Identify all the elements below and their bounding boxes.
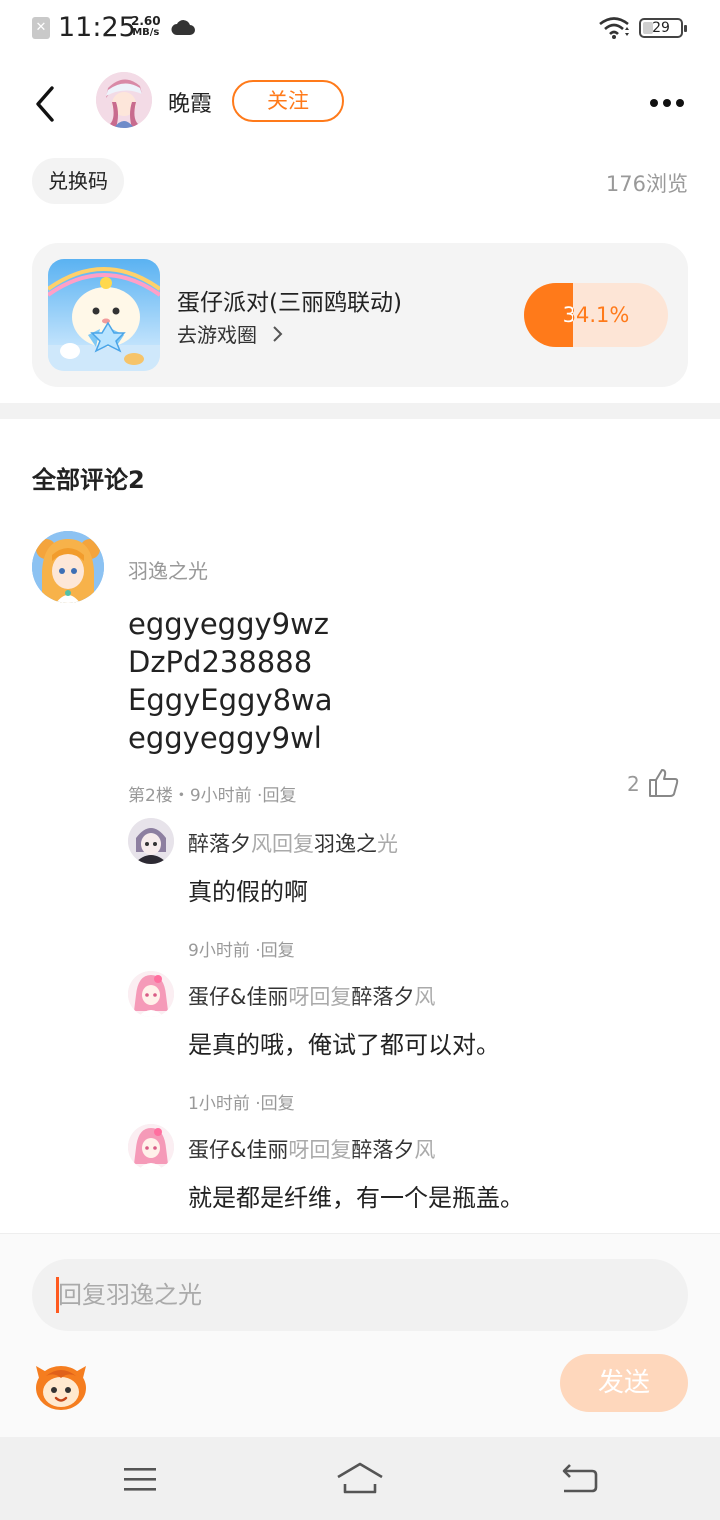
post-header: 晚霞 关注 xyxy=(0,62,720,142)
like-count: 2 xyxy=(627,772,640,796)
game-name: 蛋仔派对(三丽鸥联动) xyxy=(177,290,402,316)
chevron-right-icon xyxy=(273,326,283,342)
game-circle-link[interactable]: 去游戏圈 xyxy=(177,319,285,348)
reply-target-name[interactable]: 醉落夕 xyxy=(351,985,414,1009)
reply-input-placeholder: 回复羽逸之光 xyxy=(58,1281,202,1309)
battery-level: 29 xyxy=(652,20,670,36)
reply-target-name-tail[interactable]: 风 xyxy=(414,1138,435,1162)
reply-target-name-tail[interactable]: 光 xyxy=(377,832,398,856)
game-circle-link-label: 去游戏圈 xyxy=(177,323,257,347)
game-icon xyxy=(48,259,160,371)
reply-author-name[interactable]: 蛋仔&佳丽 xyxy=(188,985,288,1009)
thumbs-up-icon[interactable] xyxy=(648,768,680,798)
commenter-name[interactable]: 羽逸之光 xyxy=(128,555,208,584)
comment-line: eggyeggy9wz xyxy=(128,607,330,641)
home-icon[interactable] xyxy=(336,1461,384,1495)
comment-body: eggyeggy9wz DzPd238888 EggyEggy8wa eggye… xyxy=(128,605,333,757)
send-button[interactable]: 发送 xyxy=(560,1354,688,1412)
back-arrow-icon[interactable] xyxy=(30,84,62,124)
percentage-label-on-fill: 34.1% xyxy=(562,303,574,327)
reply-item: 蛋仔&佳丽呀回复醉落夕风 就是都是纤维，有一个是瓶盖。 xyxy=(128,1124,688,1224)
more-options-icon[interactable] xyxy=(650,92,694,112)
text-caret xyxy=(56,1277,59,1313)
reply-header: 醉落夕风回复羽逸之光 xyxy=(188,828,398,858)
author-name: 晚霞 xyxy=(168,92,213,117)
reply-target-name[interactable]: 醉落夕 xyxy=(351,1138,414,1162)
system-nav-bar xyxy=(0,1437,720,1520)
status-bar: ✕ 11:25 2.60 MB/s 29 xyxy=(0,0,720,60)
reply-meta[interactable]: 1小时前 ·回复 xyxy=(188,1089,295,1114)
percentage-badge: 34.1% 34.1% xyxy=(524,283,668,347)
reply-text: 真的假的啊 xyxy=(188,878,308,906)
reply-word: 回复 xyxy=(272,832,314,856)
comment-line: eggyeggy9wl xyxy=(128,721,322,755)
game-card[interactable]: 蛋仔派对(三丽鸥联动) 去游戏圈 34.1% 34.1% xyxy=(32,243,688,387)
reply-author-name-tail[interactable]: 呀 xyxy=(288,1138,309,1162)
reply-word: 回复 xyxy=(309,985,352,1009)
reply-text: 是真的哦，俺试了都可以对。 xyxy=(188,1031,500,1059)
battery-indicator: 29 xyxy=(639,18,687,38)
status-time: 11:25 xyxy=(58,12,136,43)
reply-author-name-tail[interactable]: 呀 xyxy=(288,985,309,1009)
reply-item: 蛋仔&佳丽呀回复醉落夕风 是真的哦，俺试了都可以对。 1小时前 ·回复 xyxy=(128,971,688,1114)
reply-meta[interactable]: 9小时前 ·回复 xyxy=(188,936,295,961)
reply-header: 蛋仔&佳丽呀回复醉落夕风 xyxy=(188,1134,435,1164)
recent-apps-icon[interactable] xyxy=(122,1465,158,1493)
reply-avatar[interactable] xyxy=(128,818,174,864)
reply-target-name[interactable]: 羽逸之 xyxy=(314,832,377,856)
no-sim-icon: ✕ xyxy=(32,17,50,39)
author-avatar[interactable] xyxy=(96,72,152,128)
section-divider xyxy=(0,403,720,419)
reply-item: 醉落夕风回复羽逸之光 真的假的啊 9小时前 ·回复 xyxy=(128,818,688,961)
post-tag[interactable]: 兑换码 xyxy=(32,158,124,204)
comment-line: DzPd238888 xyxy=(128,645,313,679)
network-speed-value: 2.60 xyxy=(131,14,161,28)
comment-meta[interactable]: 第2楼・9小时前 ·回复 xyxy=(128,781,296,806)
commenter-avatar[interactable] xyxy=(32,531,104,603)
reply-word: 回复 xyxy=(309,1138,352,1162)
reply-input[interactable]: 回复羽逸之光 xyxy=(32,1259,688,1331)
cloud-icon xyxy=(171,20,195,35)
reply-header: 蛋仔&佳丽呀回复醉落夕风 xyxy=(188,981,435,1011)
emoji-sticker-icon[interactable] xyxy=(32,1360,90,1412)
reply-author-name[interactable]: 醉落夕 xyxy=(188,832,251,856)
comment-line: EggyEggy8wa xyxy=(128,683,333,717)
reply-author-name-tail[interactable]: 风 xyxy=(251,832,272,856)
reply-avatar[interactable] xyxy=(128,1124,174,1170)
follow-button[interactable]: 关注 xyxy=(232,80,344,122)
system-back-icon[interactable] xyxy=(560,1463,598,1493)
reply-author-name[interactable]: 蛋仔&佳丽 xyxy=(188,1138,288,1162)
comments-title: 全部评论2 xyxy=(32,466,145,494)
reply-text: 就是都是纤维，有一个是瓶盖。 xyxy=(188,1184,524,1212)
reply-composer: 回复羽逸之光 发送 xyxy=(0,1233,720,1437)
reply-avatar[interactable] xyxy=(128,971,174,1017)
network-speed: 2.60 MB/s xyxy=(131,15,161,39)
network-speed-unit: MB/s xyxy=(132,27,160,38)
wifi-icon xyxy=(599,17,629,39)
reply-target-name-tail[interactable]: 风 xyxy=(414,985,435,1009)
view-count: 176浏览 xyxy=(605,172,688,196)
